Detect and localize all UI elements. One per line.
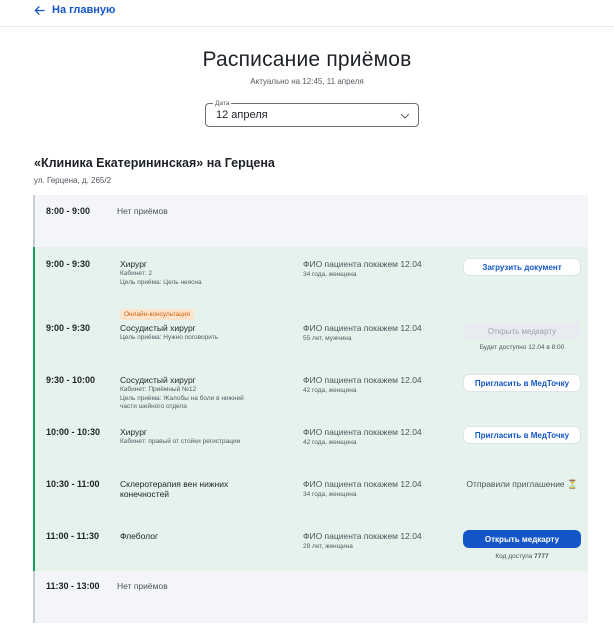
clinic-address: ул. Герцена, д. 265/2 — [34, 176, 112, 185]
upload-document-button[interactable]: Загрузить документ — [463, 258, 581, 276]
open-medical-record-button[interactable]: Открыть медкарту — [463, 322, 581, 340]
patient-info: 28 лет, женщина — [303, 543, 353, 550]
open-medical-record-button[interactable]: Открыть медкарту — [463, 530, 581, 548]
appointment-service: Сосудистый хирург — [120, 323, 196, 333]
appointment-time: 10:30 - 11:00 — [46, 479, 100, 489]
appointment-service: Хирург — [120, 259, 148, 269]
appointment-service: Склеротерапия вен нижних конечностей — [120, 479, 229, 499]
access-code-value: 7777 — [534, 553, 549, 560]
invitation-sent-status: Отправили приглашение ⏳ — [466, 479, 578, 489]
appointment-details: Кабинет: 2 Цель приёма: Цель неясна — [120, 270, 202, 286]
invite-to-medtochka-button[interactable]: Пригласить в МедТочку — [463, 374, 581, 392]
appointment-time: 10:00 - 10:30 — [46, 427, 101, 437]
back-link-label[interactable]: На главную — [52, 4, 115, 16]
appointment-service: Сосудистый хирург — [120, 375, 196, 385]
appointment-service: Флеболог — [120, 531, 159, 541]
date-value: 12 апреля — [216, 109, 268, 121]
patient-name: ФИО пациента покажем 12.04 — [303, 479, 422, 489]
last-updated-text: Актуально на 12:45, 11 апреля — [250, 77, 364, 86]
patient-info: 34 года, женщина — [303, 271, 357, 278]
appointment-details: Кабинет: Приёмный №12 Цель приёма: Жалоб… — [120, 386, 244, 410]
access-code-note: Код доступа 7777 — [463, 553, 581, 560]
appointment-details: Кабинет: правый от стойки регистрации — [120, 438, 241, 445]
slot-time: 8:00 - 9:00 — [46, 206, 91, 216]
appointments-block: 9:00 - 9:30 Хирург Кабинет: 2 Цель приём… — [33, 247, 588, 571]
patient-info: 42 года, женщина — [303, 439, 357, 446]
patient-name: ФИО пациента покажем 12.04 — [303, 323, 422, 333]
no-appointments-text: Нет приёмов — [117, 206, 168, 216]
no-appointments-text: Нет приёмов — [117, 581, 168, 591]
back-to-home-link[interactable]: На главную — [34, 4, 115, 16]
date-field-label: Дата — [213, 99, 232, 108]
availability-note: Будет доступно 12.04 в 8:00 — [479, 344, 565, 351]
patient-name: ФИО пациента покажем 12.04 — [303, 427, 422, 437]
appointment-time: 9:00 - 9:30 — [46, 259, 91, 269]
page-title: Расписание приёмов — [202, 48, 412, 71]
online-consultation-badge: Онлайн-консультация — [120, 309, 194, 320]
invite-to-medtochka-button[interactable]: Пригласить в МедТочку — [463, 426, 581, 444]
appointment-time: 11:00 - 11:30 — [46, 531, 100, 541]
clinic-name: «Клиника Екатерининская» на Герцена — [34, 156, 275, 170]
patient-info: 42 года, женщина — [303, 387, 357, 394]
schedule-list: 8:00 - 9:00 Нет приёмов 9:00 - 9:30 Хиру… — [33, 195, 588, 623]
slot-time: 11:30 - 13:00 — [46, 581, 100, 591]
patient-name: ФИО пациента покажем 12.04 — [303, 375, 422, 385]
appointment-service: Хирург — [120, 427, 148, 437]
patient-name: ФИО пациента покажем 12.04 — [303, 531, 422, 541]
top-bar: На главную — [0, 0, 614, 27]
empty-slot: 8:00 - 9:00 Нет приёмов — [33, 195, 588, 247]
chevron-down-icon — [400, 113, 410, 119]
appointment-time: 9:00 - 9:30 — [46, 323, 91, 333]
empty-slot: 11:30 - 13:00 Нет приёмов — [33, 571, 588, 623]
access-code-label: Код доступа — [495, 553, 535, 560]
arrow-left-icon — [34, 5, 45, 15]
patient-info: 55 лет, мужчина — [303, 335, 352, 342]
patient-info: 34 года, женщина — [303, 491, 357, 498]
appointment-details: Цель приёма: Нужно поговорить — [120, 334, 219, 341]
patient-name: ФИО пациента покажем 12.04 — [303, 259, 422, 269]
appointment-time: 9:30 - 10:00 — [46, 375, 96, 385]
date-select[interactable]: Дата 12 апреля — [205, 99, 419, 127]
